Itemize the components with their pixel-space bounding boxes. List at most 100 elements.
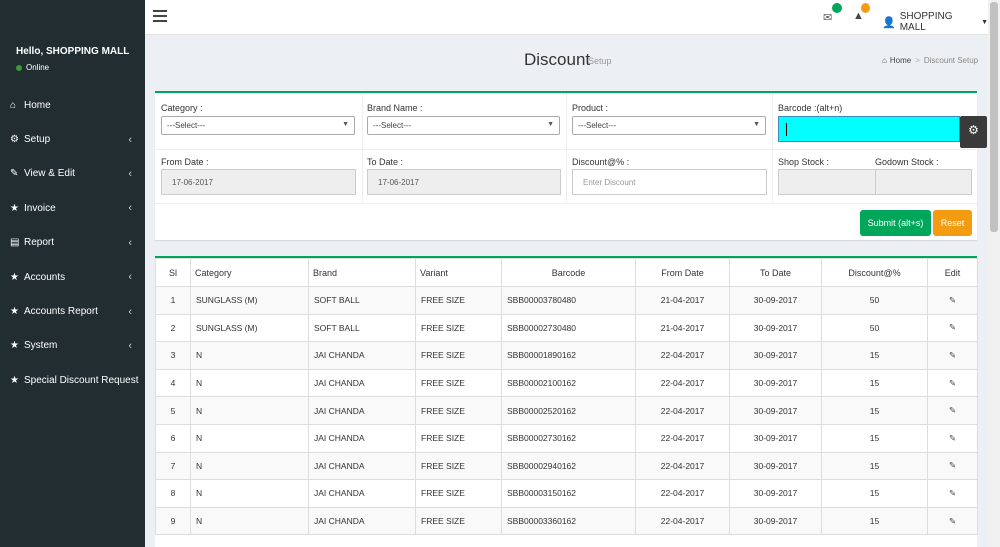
edit-icon[interactable]: ✎ xyxy=(949,488,956,499)
star-icon: ★ xyxy=(10,306,19,318)
page-subtitle: Setup xyxy=(588,56,612,66)
edit-icon[interactable]: ✎ xyxy=(949,350,956,361)
cell-edit: ✎ xyxy=(927,479,978,508)
chevron-left-icon: ‹ xyxy=(128,271,132,284)
chevron-left-icon: ‹ xyxy=(128,305,132,318)
breadcrumb-separator: > xyxy=(915,56,920,65)
sidebar-item-special-discount-request[interactable]: ★ Special Discount Request xyxy=(0,363,145,397)
from-date-input[interactable]: 17-06-2017 xyxy=(161,169,356,195)
cell-variant: FREE SIZE xyxy=(415,286,502,315)
from-date-label: From Date : xyxy=(161,157,209,167)
edit-icon[interactable]: ✎ xyxy=(949,322,956,333)
table-row: 3 N JAI CHANDA FREE SIZE SBB00001890162 22-04… xyxy=(155,341,978,370)
breadcrumb-current: Discount Setup xyxy=(923,56,979,65)
sidebar-item-label: Accounts Report xyxy=(24,306,98,318)
gear-icon[interactable]: ⚙ xyxy=(960,116,987,148)
user-icon: 👤 xyxy=(882,16,896,29)
edit-icon[interactable]: ✎ xyxy=(949,405,956,416)
breadcrumb: ⌂ Home > Discount Setup xyxy=(882,56,978,65)
cell-brand: JAI CHANDA xyxy=(308,506,416,536)
star-icon: ★ xyxy=(10,374,19,386)
cell-sl: 8 xyxy=(155,479,191,508)
cell-from-date: 22-04-2017 xyxy=(635,423,730,453)
cell-category: N xyxy=(190,341,309,370)
reset-button[interactable]: Reset xyxy=(933,210,972,236)
sidebar-item-setup[interactable]: ⚙ Setup ‹ xyxy=(0,122,145,156)
cell-to-date: 30-09-2017 xyxy=(729,423,822,453)
col-header-discount: Discount@% xyxy=(821,258,928,287)
table-row: 9 N JAI CHANDA FREE SIZE SBB00003360162 22-04… xyxy=(155,506,978,536)
cell-category: N xyxy=(190,451,309,481)
sidebar-item-report[interactable]: ▤ Report ‹ xyxy=(0,226,145,260)
table-row: 4 N JAI CHANDA FREE SIZE SBB00002100162 22-04… xyxy=(155,368,978,398)
sidebar-item-accounts-report[interactable]: ★ Accounts Report ‹ xyxy=(0,294,145,328)
cell-barcode: SBB00002730480 xyxy=(501,313,636,343)
cell-discount: 15 xyxy=(821,506,928,536)
submit-button[interactable]: Submit (alt+s) xyxy=(860,210,931,236)
cell-sl: 3 xyxy=(155,341,191,370)
cell-to-date: 30-09-2017 xyxy=(729,396,822,425)
scrollbar-thumb[interactable] xyxy=(990,2,998,232)
cell-variant: FREE SIZE xyxy=(415,341,502,370)
sidebar-item-accounts[interactable]: ★ Accounts ‹ xyxy=(0,260,145,294)
envelope-icon[interactable]: ✉ xyxy=(823,11,832,24)
sidebar-item-invoice[interactable]: ★ Invoice ‹ xyxy=(0,191,145,225)
top-navbar: ✉ ▲ 👤 SHOPPING MALL ▼ xyxy=(145,0,988,35)
online-status-label: Online xyxy=(26,63,50,72)
sidebar-item-label: Home xyxy=(24,99,51,111)
edit-icon[interactable]: ✎ xyxy=(949,433,956,444)
mail-notification-badge xyxy=(832,3,842,13)
brand-select[interactable]: ---Select--- ▼ xyxy=(367,116,560,135)
cell-category: N xyxy=(190,423,309,453)
online-dot-icon xyxy=(16,64,22,71)
barcode-input[interactable] xyxy=(778,116,960,142)
cell-brand: JAI CHANDA xyxy=(308,479,416,508)
to-date-input[interactable]: 17-06-2017 xyxy=(367,169,561,195)
home-icon: ⌂ xyxy=(882,56,887,65)
cell-brand: JAI CHANDA xyxy=(308,451,416,481)
edit-icon[interactable]: ✎ xyxy=(949,460,956,471)
col-header-edit: Edit xyxy=(927,258,978,287)
cell-category: SUNGLASS (M) xyxy=(190,286,309,315)
user-menu-label: SHOPPING MALL xyxy=(899,11,953,33)
sidebar-item-label: Setup xyxy=(24,134,51,146)
chevron-left-icon: ‹ xyxy=(128,339,132,352)
cell-variant: FREE SIZE xyxy=(415,451,502,481)
cell-sl: 9 xyxy=(155,506,191,536)
cell-category: N xyxy=(190,368,309,398)
product-select[interactable]: ---Select--- ▼ xyxy=(572,116,766,135)
edit-icon[interactable]: ✎ xyxy=(949,378,956,389)
sidebar-item-view-edit[interactable]: ✎ View & Edit ‹ xyxy=(0,157,145,191)
col-header-barcode: Barcode xyxy=(501,258,636,287)
page-scrollbar[interactable] xyxy=(988,0,1000,547)
cell-brand: SOFT BALL xyxy=(308,286,416,315)
online-status: Online xyxy=(16,63,145,72)
edit-icon[interactable]: ✎ xyxy=(949,516,956,527)
discount-table: Sl Category Brand Variant Barcode From D… xyxy=(155,258,978,536)
shop-stock-label: Shop Stock : xyxy=(778,157,830,167)
sidebar-item-home[interactable]: ⌂ Home xyxy=(0,88,145,122)
cell-to-date: 30-09-2017 xyxy=(729,479,822,508)
cell-barcode: SBB00003780480 xyxy=(501,286,636,315)
cell-variant: FREE SIZE xyxy=(415,396,502,425)
breadcrumb-home-link[interactable]: Home xyxy=(890,56,911,65)
table-row: 6 N JAI CHANDA FREE SIZE SBB00002730162 22-04… xyxy=(155,423,978,453)
sidebar-item-system[interactable]: ★ System ‹ xyxy=(0,329,145,363)
cell-edit: ✎ xyxy=(927,313,978,343)
cell-barcode: SBB00001890162 xyxy=(501,341,636,370)
user-menu[interactable]: 👤 SHOPPING MALL ▼ xyxy=(882,11,988,33)
cell-discount: 15 xyxy=(821,423,928,453)
cell-discount: 15 xyxy=(821,368,928,398)
cell-edit: ✎ xyxy=(927,396,978,425)
sidebar-item-label: Accounts xyxy=(24,271,66,283)
cell-edit: ✎ xyxy=(927,286,978,315)
discount-input[interactable]: Enter Discount xyxy=(572,169,767,195)
cell-sl: 4 xyxy=(155,368,191,398)
category-select[interactable]: ---Select--- ▼ xyxy=(161,116,355,135)
edit-icon[interactable]: ✎ xyxy=(949,295,956,306)
col-header-variant: Variant xyxy=(415,258,502,287)
sidebar-toggle-icon[interactable] xyxy=(153,10,167,22)
discount-label: Discount@% : xyxy=(572,157,630,167)
cell-discount: 15 xyxy=(821,341,928,370)
star-icon: ★ xyxy=(10,340,19,352)
